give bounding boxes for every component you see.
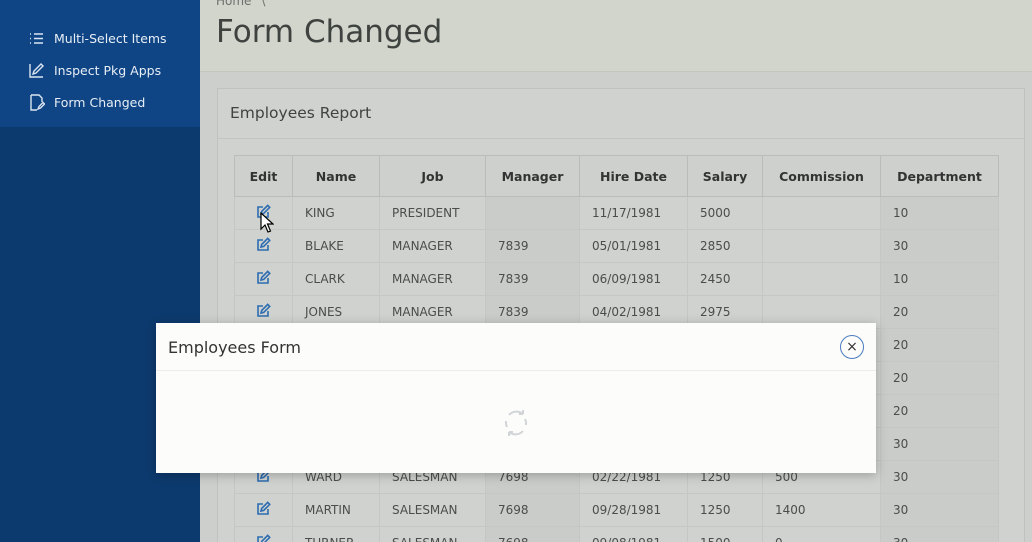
page-header: Home \ Form Changed xyxy=(200,0,1032,72)
cell-department: 30 xyxy=(880,427,999,461)
table-row: CLARK MANAGER 7839 06/09/1981 2450 10 xyxy=(234,262,999,296)
column-header-department[interactable]: Department xyxy=(880,155,999,197)
column-header-name[interactable]: Name xyxy=(292,155,380,197)
cell-department: 10 xyxy=(880,196,999,230)
cell-commission: 0 xyxy=(762,526,881,542)
table-row: KING PRESIDENT 11/17/1981 5000 10 xyxy=(234,196,999,230)
cell-job: MANAGER xyxy=(379,262,486,296)
column-header-hire-date[interactable]: Hire Date xyxy=(579,155,688,197)
cell-department: 30 xyxy=(880,460,999,494)
cell-salary: 2850 xyxy=(687,229,763,263)
cell-job: MANAGER xyxy=(379,229,486,263)
breadcrumb: Home \ xyxy=(216,0,265,8)
mouse-cursor-icon xyxy=(260,212,274,233)
column-header-manager[interactable]: Manager xyxy=(485,155,580,197)
page-title: Form Changed xyxy=(216,14,443,50)
cell-salary: 1250 xyxy=(687,493,763,527)
table-row: MARTIN SALESMAN 7698 09/28/1981 1250 1400 30 xyxy=(234,493,999,527)
cell-name: TURNER xyxy=(292,526,380,542)
breadcrumb-separator: \ xyxy=(261,0,266,8)
edit-icon[interactable] xyxy=(256,534,271,542)
edit-square-icon xyxy=(29,62,44,78)
cell-job: SALESMAN xyxy=(379,493,486,527)
cell-department: 30 xyxy=(880,229,999,263)
list-icon xyxy=(30,32,43,44)
cell-department: 20 xyxy=(880,295,999,329)
cell-manager: 7698 xyxy=(485,526,580,542)
table-header-row: Edit Name Job Manager Hire Date Salary C… xyxy=(234,155,999,197)
edit-cell xyxy=(234,493,293,527)
table-row: TURNERSALESMAN769809/08/19811500030 xyxy=(234,526,999,542)
cell-hire-date: 09/08/1981 xyxy=(579,526,688,542)
loading-spinner-icon xyxy=(502,407,530,439)
cell-salary: 5000 xyxy=(687,196,763,230)
sidebar-item-inspect-pkg-apps[interactable]: Inspect Pkg Apps xyxy=(0,54,200,86)
cell-commission xyxy=(762,229,881,263)
cell-manager: 7839 xyxy=(485,262,580,296)
cell-department: 30 xyxy=(880,493,999,527)
sidebar-item-label: Multi-Select Items xyxy=(54,30,167,46)
column-header-commission[interactable]: Commission xyxy=(762,155,881,197)
cell-manager: 7698 xyxy=(485,493,580,527)
table-row: BLAKE MANAGER 7839 05/01/1981 2850 30 xyxy=(234,229,999,263)
cell-name: MARTIN xyxy=(292,493,380,527)
column-header-job[interactable]: Job xyxy=(379,155,486,197)
cell-commission: 1400 xyxy=(762,493,881,527)
cell-job: PRESIDENT xyxy=(379,196,486,230)
dialog-close-button[interactable]: × xyxy=(840,335,864,359)
cell-department: 30 xyxy=(880,526,999,542)
cell-department: 20 xyxy=(880,328,999,362)
document-edit-icon xyxy=(30,93,45,111)
sidebar-nav: Multi-Select Items Inspect Pkg Apps Form… xyxy=(0,0,200,127)
cell-department: 20 xyxy=(880,361,999,395)
cell-manager xyxy=(485,196,580,230)
edit-cell xyxy=(234,262,293,296)
sidebar-item-label: Inspect Pkg Apps xyxy=(54,62,162,78)
cell-hire-date: 05/01/1981 xyxy=(579,229,688,263)
cell-department: 10 xyxy=(880,262,999,296)
sidebar-item-label: Form Changed xyxy=(54,94,146,110)
column-header-salary[interactable]: Salary xyxy=(687,155,763,197)
cell-name: CLARK xyxy=(292,262,380,296)
edit-icon[interactable] xyxy=(256,303,271,318)
cell-hire-date: 09/28/1981 xyxy=(579,493,688,527)
edit-icon[interactable] xyxy=(256,501,271,516)
close-icon: × xyxy=(846,339,858,355)
dialog-header: Employees Form × xyxy=(156,323,876,371)
cell-name: BLAKE xyxy=(292,229,380,263)
dialog-title: Employees Form xyxy=(168,338,301,357)
cell-salary: 2450 xyxy=(687,262,763,296)
edit-icon[interactable] xyxy=(256,270,271,285)
cell-department: 20 xyxy=(880,394,999,428)
cell-name: KING xyxy=(292,196,380,230)
cell-salary: 1500 xyxy=(687,526,763,542)
breadcrumb-home-link[interactable]: Home xyxy=(216,0,251,8)
employees-report-region: Employees Report Edit Name Job Manager H… xyxy=(217,88,1025,542)
cell-manager: 7839 xyxy=(485,229,580,263)
edit-cell xyxy=(234,229,293,263)
sidebar-item-form-changed[interactable]: Form Changed xyxy=(0,86,200,118)
cell-commission xyxy=(762,196,881,230)
cell-hire-date: 06/09/1981 xyxy=(579,262,688,296)
region-title: Employees Report xyxy=(218,89,1024,139)
edit-cell xyxy=(234,526,293,542)
sidebar-item-multi-select-items[interactable]: Multi-Select Items xyxy=(0,22,200,54)
edit-icon[interactable] xyxy=(256,237,271,252)
column-header-edit[interactable]: Edit xyxy=(234,155,293,197)
employees-form-dialog: Employees Form × xyxy=(156,323,876,473)
cell-hire-date: 11/17/1981 xyxy=(579,196,688,230)
cell-commission xyxy=(762,262,881,296)
cell-job: SALESMAN xyxy=(379,526,486,542)
